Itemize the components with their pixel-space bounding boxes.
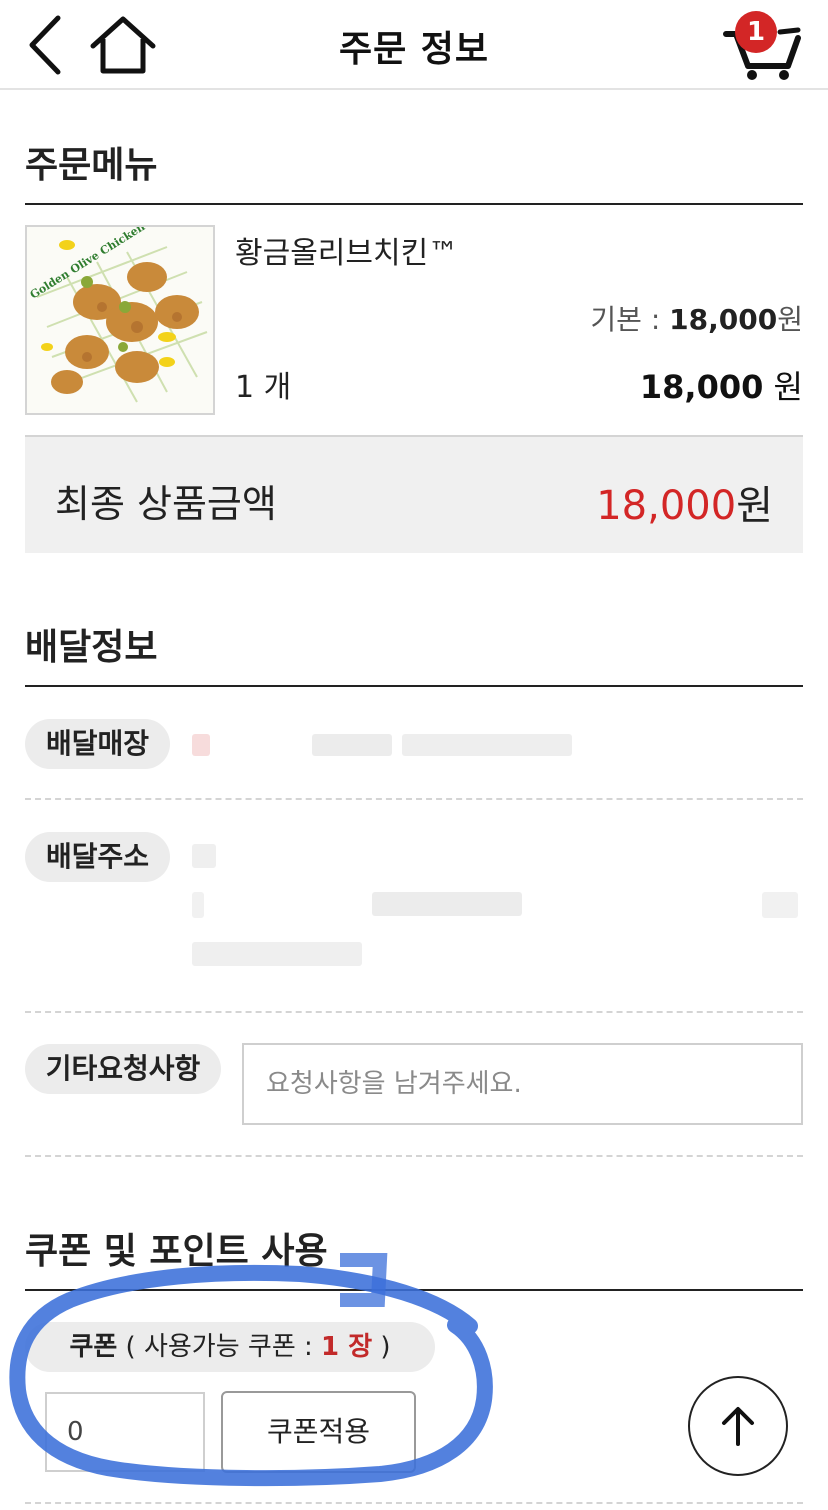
coupon-available-prefix: ( 사용가능 쿠폰 :: [117, 1332, 322, 1362]
line-total-unit: 원: [763, 368, 803, 406]
page-title: 주문 정보: [338, 29, 489, 70]
coupon-availability: 쿠폰 ( 사용가능 쿠폰 : 1 장 ): [25, 1322, 435, 1372]
quantity: 1 개: [235, 370, 292, 405]
coupon-input[interactable]: [45, 1392, 205, 1472]
extra-request-label: 기타요청사항: [25, 1044, 221, 1094]
base-price-label: 기본 :: [590, 303, 670, 336]
coupon-label: 쿠폰: [69, 1332, 118, 1362]
delivery-store-value-redacted: [192, 730, 582, 760]
divider: [25, 203, 803, 205]
base-price: 기본 : 18,000원: [590, 298, 803, 338]
top-header: 주문 정보 1: [0, 0, 828, 90]
final-amount: 18,000원: [596, 473, 773, 531]
line-total-value: 18,000: [639, 368, 764, 406]
product-name: 황금올리브치킨™: [235, 236, 459, 271]
dashed-divider: [25, 1155, 803, 1157]
delivery-address-value-redacted: [192, 840, 802, 970]
dashed-divider: [25, 1011, 803, 1013]
arrow-up-icon: [722, 1407, 754, 1446]
apply-coupon-button[interactable]: 쿠폰적용: [221, 1391, 416, 1473]
dashed-divider: [25, 798, 803, 800]
final-amount-label: 최종 상품금액: [55, 482, 277, 526]
coupon-available-suffix: ): [372, 1332, 391, 1362]
base-price-unit: 원: [777, 303, 803, 336]
scroll-top-button[interactable]: [688, 1376, 788, 1476]
cart-count-badge: 1: [735, 11, 777, 53]
line-total: 18,000 원: [640, 362, 803, 408]
order-menu-title: 주문메뉴: [25, 145, 158, 186]
delivery-address-label: 배달주소: [25, 832, 170, 882]
divider: [25, 685, 803, 687]
base-price-value: 18,000: [669, 303, 778, 336]
final-amount-unit: 원: [736, 483, 773, 529]
final-amount-box: 최종 상품금액 18,000원: [25, 435, 803, 553]
coupon-points-title: 쿠폰 및 포인트 사용: [25, 1231, 328, 1272]
divider: [25, 1289, 803, 1291]
delivery-info-title: 배달정보: [25, 627, 158, 668]
coupon-count: 1 장: [321, 1332, 373, 1362]
product-image: Golden Olive Chicken: [25, 225, 215, 415]
extra-request-input[interactable]: [242, 1043, 803, 1125]
final-amount-value: 18,000: [596, 483, 737, 529]
delivery-store-label: 배달매장: [25, 719, 170, 769]
dashed-divider: [25, 1502, 803, 1504]
